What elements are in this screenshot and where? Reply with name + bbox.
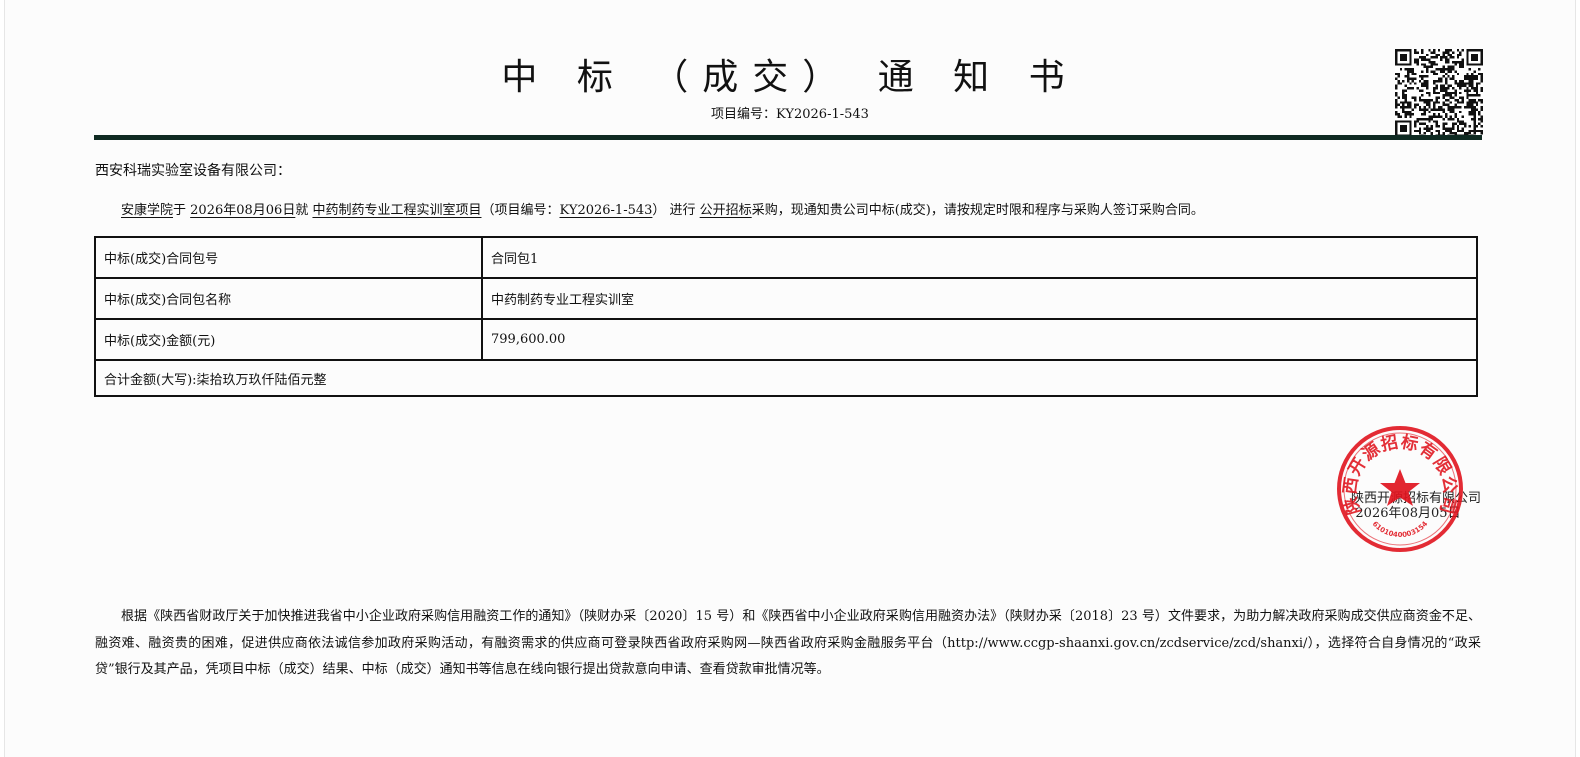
notice-date: 2026年08月06日 [190,203,296,218]
table-row: 中标(成交)合同包名称 中药制药专业工程实训室 [94,277,1478,320]
total-amount-words: 合计金额(大写):柒拾玖万玖仟陆佰元整 [94,359,1478,397]
document-title: 中 标 （成交） 通 知 书 [501,57,1079,98]
package-name-label: 中标(成交)合同包名称 [94,277,483,320]
table-row: 合计金额(大写):柒拾玖万玖仟陆佰元整 [94,359,1478,397]
recipient-name: 西安科瑞实验室设备有限公司： [95,163,291,179]
svg-text:6101040003154: 6101040003154 [1371,520,1430,539]
project-number: 项目编号：KY2026-1-543 [711,107,869,122]
award-table: 中标(成交)合同包号 合同包1 中标(成交)合同包名称 中药制药专业工程实训室 … [94,236,1478,397]
financing-note: 根据《陕西省财政厅关于加快推进我省中小企业政府采购信用融资工作的通知》（陕财办采… [95,609,1481,677]
table-row: 中标(成交)金额(元) 799,600.00 [94,318,1478,361]
award-amount-label: 中标(成交)金额(元) [94,318,483,361]
qr-code-icon [1395,49,1483,137]
package-name-value: 中药制药专业工程实训室 [481,277,1478,320]
header-divider [94,135,1482,140]
official-seal-icon: 陕西开源招标有限公司 6101040003154 [1337,426,1463,552]
table-row: 中标(成交)合同包号 合同包1 [94,236,1478,279]
seal-number-text: 6101040003154 [1371,520,1430,539]
purchaser-name: 安康学院 [121,203,174,218]
procurement-method: 公开招标 [699,203,752,218]
notice-document: 中 标 （成交） 通 知 书 项目编号：KY2026-1-543 西安科瑞实验室… [4,0,1576,757]
notice-paragraph: 安康学院于 2026年08月06日就 中药制药专业工程实训室项目（项目编号：KY… [121,203,1204,218]
project-code: KY2026-1-543 [559,203,653,218]
award-amount-value: 799,600.00 [481,318,1478,361]
package-number-value: 合同包1 [481,236,1478,279]
project-name: 中药制药专业工程实训室项目 [312,203,482,218]
package-number-label: 中标(成交)合同包号 [94,236,483,279]
